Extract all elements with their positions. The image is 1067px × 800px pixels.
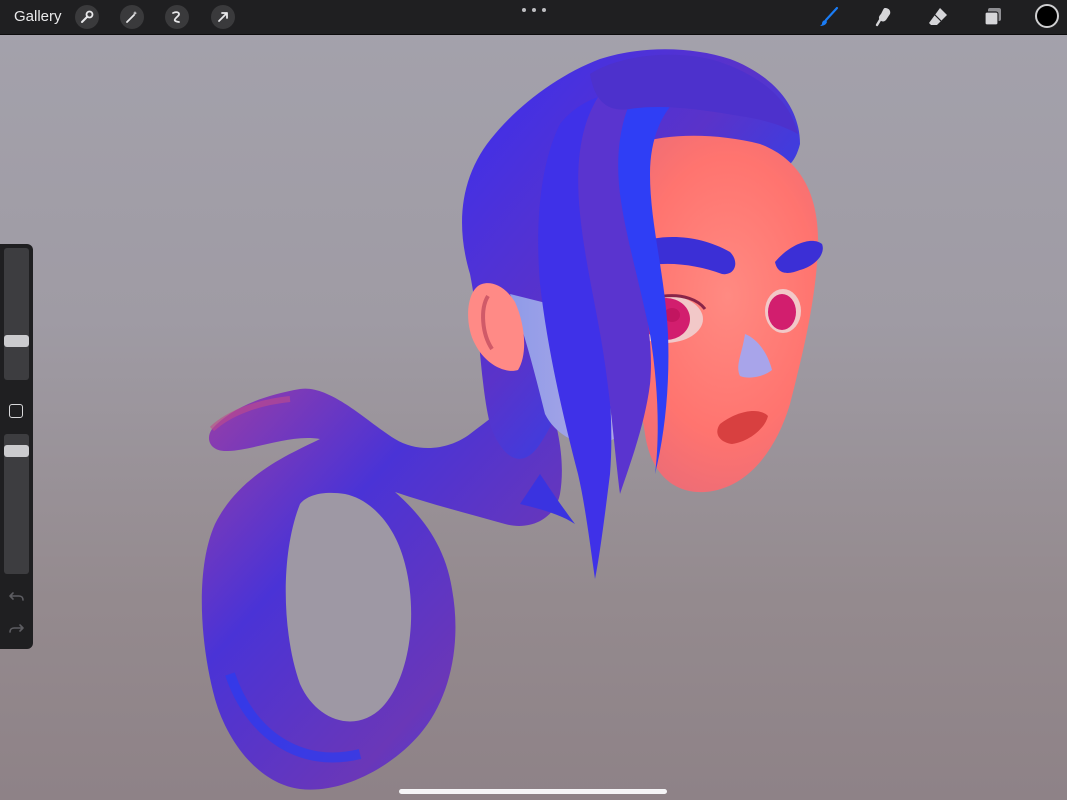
layers-button[interactable] bbox=[980, 4, 1006, 30]
dot bbox=[532, 8, 536, 12]
color-picker-swatch[interactable] bbox=[1035, 4, 1059, 28]
transform-button[interactable] bbox=[211, 5, 235, 29]
magic-wand-icon bbox=[126, 11, 138, 23]
top-toolbar: Gallery bbox=[0, 0, 1067, 35]
selection-button[interactable] bbox=[165, 5, 189, 29]
canvas[interactable] bbox=[0, 34, 1067, 800]
3d-head-model[interactable] bbox=[0, 34, 1067, 800]
paint-brush-button[interactable] bbox=[816, 4, 842, 30]
adjustments-button[interactable] bbox=[120, 5, 144, 29]
layers-icon bbox=[984, 8, 1001, 26]
left-sidebar bbox=[0, 244, 33, 649]
selection-icon bbox=[172, 11, 180, 23]
home-indicator[interactable] bbox=[399, 789, 667, 794]
redo-icon[interactable] bbox=[8, 620, 25, 637]
smudge-button[interactable] bbox=[871, 4, 897, 30]
wrench-icon bbox=[81, 10, 94, 23]
eraser-button[interactable] bbox=[925, 4, 951, 30]
dot bbox=[542, 8, 546, 12]
eraser-icon bbox=[929, 8, 947, 25]
opacity-thumb[interactable] bbox=[4, 445, 29, 457]
undo-icon[interactable] bbox=[8, 588, 25, 605]
procreate-app: Gallery bbox=[0, 0, 1067, 800]
dot bbox=[522, 8, 526, 12]
gallery-button[interactable]: Gallery bbox=[14, 7, 62, 27]
actions-wrench-button[interactable] bbox=[75, 5, 99, 29]
modify-button[interactable] bbox=[9, 404, 23, 418]
brush-size-slider[interactable] bbox=[4, 248, 29, 380]
more-options-dots[interactable] bbox=[522, 4, 546, 16]
brush-size-thumb[interactable] bbox=[4, 335, 29, 347]
transform-arrow-icon bbox=[218, 12, 228, 22]
brush-icon bbox=[820, 6, 839, 26]
smudge-icon bbox=[875, 8, 891, 27]
right-iris bbox=[768, 294, 796, 330]
